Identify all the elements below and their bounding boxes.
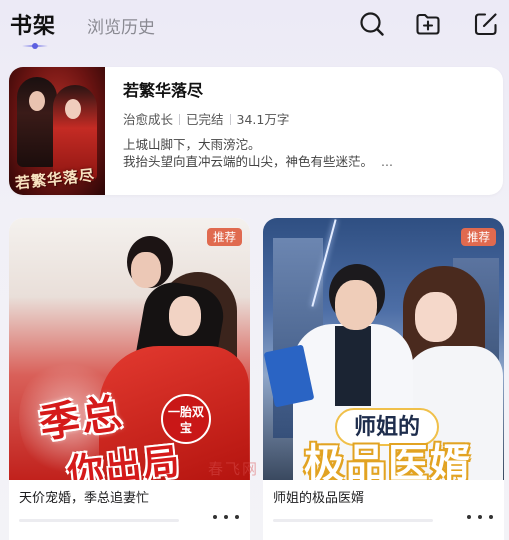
- book-title: 师姐的极品医婿: [273, 491, 365, 506]
- watermark: 春飞网: [208, 460, 260, 478]
- book-card[interactable]: 师姐的 极品医婿 推荐 师姐的极品医婿: [263, 218, 504, 540]
- book-status: 已完结: [186, 112, 224, 127]
- book-description: 上城山脚下，大雨滂沱。 我抬头望向直冲云端的山尖，神色有些迷茫。...: [123, 137, 393, 169]
- search-icon[interactable]: [358, 10, 386, 38]
- book-card[interactable]: 季总 一胎双宝 你出局 推荐 天价宠婚，季总追妻忙: [9, 218, 250, 540]
- more-options-icon[interactable]: [212, 509, 240, 523]
- book-genre: 治愈成长: [123, 112, 174, 127]
- more-options-icon[interactable]: [466, 509, 494, 523]
- book-cover: 季总 一胎双宝 你出局 推荐: [9, 218, 250, 480]
- recommend-badge: 推荐: [461, 228, 496, 246]
- recommend-badge: 推荐: [207, 228, 242, 246]
- reading-progress-bar: [273, 519, 433, 522]
- ellipsis: ...: [381, 154, 393, 169]
- recent-book-card[interactable]: 若繁华落尽 若繁华落尽 治愈成长 已完结 34.1万字 上城山脚下，大雨滂沱。 我抬…: [9, 67, 503, 195]
- folder-add-icon[interactable]: [414, 10, 442, 38]
- reading-progress-bar: [19, 519, 179, 522]
- book-word-count: 34.1万字: [236, 112, 290, 127]
- tab-bookshelf[interactable]: 书架: [10, 8, 56, 40]
- book-title: 若繁华落尽: [123, 81, 204, 100]
- top-bar: 书架 浏览历史: [0, 0, 509, 58]
- tab-browse-history[interactable]: 浏览历史: [87, 13, 155, 38]
- book-cover: 若繁华落尽: [9, 67, 105, 195]
- cover-title: 若繁华落尽: [14, 166, 96, 193]
- book-title: 天价宠婚，季总追妻忙: [19, 491, 150, 506]
- book-cover: 师姐的 极品医婿 推荐: [263, 218, 504, 480]
- divider: [179, 114, 181, 125]
- edit-icon[interactable]: [472, 10, 500, 38]
- cover-title: 极品医婿: [304, 440, 472, 481]
- book-meta: 治愈成长 已完结 34.1万字: [123, 109, 289, 128]
- active-tab-indicator: [22, 43, 48, 49]
- divider: [229, 114, 231, 125]
